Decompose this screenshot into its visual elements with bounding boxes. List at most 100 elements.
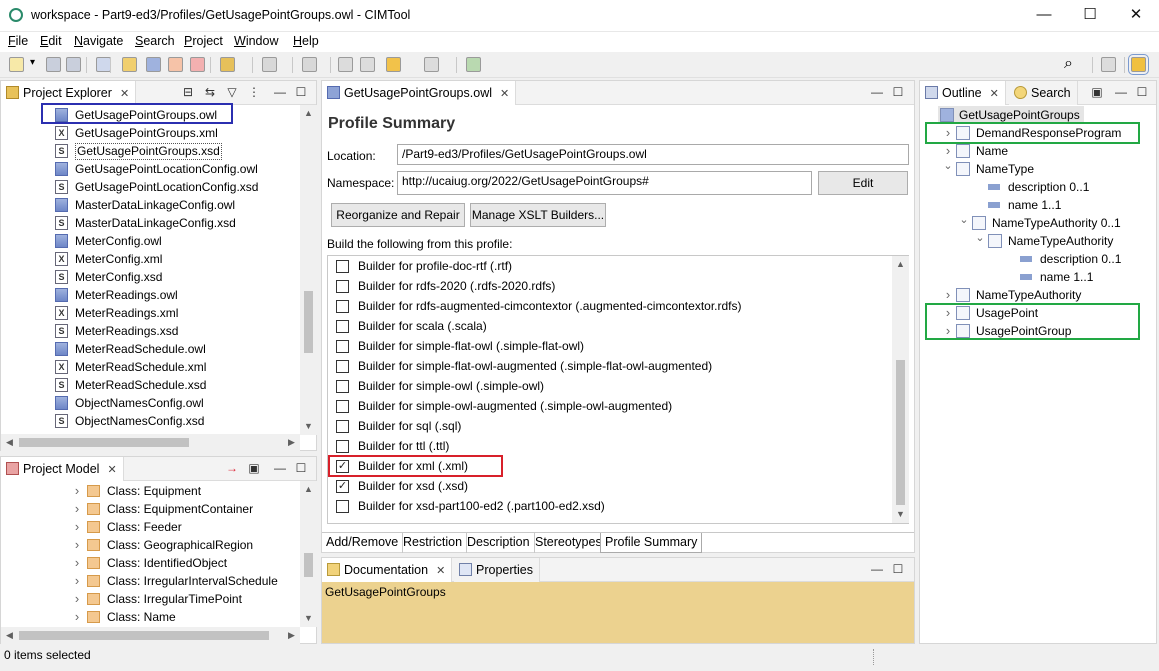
scroll-left-icon[interactable]: ◀ (1, 627, 18, 644)
edit-button[interactable]: Edit (818, 171, 908, 195)
arrow-right-icon[interactable]: → (225, 461, 239, 475)
scroll-thumb[interactable] (896, 360, 905, 505)
builder-checkbox[interactable] (336, 500, 349, 513)
view-menu-icon[interactable]: ⋮ (247, 85, 261, 99)
menu-edit[interactable]: Edit (40, 34, 62, 48)
run-icon[interactable] (220, 57, 235, 72)
tab-outline[interactable]: Outline ✕ (920, 81, 1006, 105)
manage-xslt-builders-button[interactable]: Manage XSLT Builders... (470, 203, 606, 227)
outline-class-node[interactable]: › Name (942, 142, 1130, 160)
chevron-right-icon[interactable]: › (71, 536, 83, 554)
builders-vscroll[interactable]: ▲ ▼ (892, 256, 909, 523)
debug-icon[interactable] (190, 57, 205, 72)
builder-checkbox[interactable] (336, 360, 349, 373)
open-folder-icon[interactable] (122, 57, 137, 72)
documentation-content[interactable]: GetUsagePointGroups (322, 582, 914, 643)
menu-search[interactable]: Search (135, 34, 175, 48)
forward-edit-icon[interactable] (360, 57, 375, 72)
tab-profile-summary[interactable]: Profile Summary (600, 533, 703, 553)
chevron-down-icon[interactable]: ⌄ (958, 211, 970, 229)
save-icon[interactable] (46, 57, 61, 72)
maximize-view-icon[interactable]: ☐ (891, 85, 905, 99)
menu-navigate[interactable]: Navigate (74, 34, 123, 48)
outline-attribute[interactable]: name 1..1 (958, 196, 1130, 214)
chevron-down-icon[interactable]: ⌄ (974, 229, 986, 247)
cimtool-perspective-icon[interactable] (1128, 54, 1149, 75)
close-icon[interactable]: ✕ (120, 88, 129, 100)
maximize-button[interactable]: ☐ (1067, 0, 1113, 32)
chevron-right-icon[interactable]: › (71, 572, 83, 590)
scroll-down-icon[interactable]: ▼ (892, 506, 909, 523)
builder-checkbox[interactable] (336, 320, 349, 333)
forward-icon[interactable] (424, 57, 439, 72)
dropdown-icon[interactable]: ▾ (30, 57, 38, 72)
builder-checkbox[interactable] (336, 440, 349, 453)
project-explorer-vscroll[interactable]: ▲ ▼ (300, 105, 317, 435)
builder-checkbox[interactable] (336, 380, 349, 393)
tab-description[interactable]: Description (463, 533, 535, 553)
chevron-right-icon[interactable]: › (71, 500, 83, 518)
project-explorer-hscroll[interactable]: ◀ ▶ (1, 434, 300, 451)
menu-window[interactable]: Window (234, 34, 278, 48)
view-menu-icon[interactable]: ▣ (247, 461, 261, 475)
download-icon[interactable] (262, 57, 277, 72)
builder-checkbox[interactable]: ✓ (336, 480, 349, 493)
location-field[interactable]: /Part9-ed3/Profiles/GetUsagePointGroups.… (397, 144, 909, 165)
back-edit-icon[interactable] (338, 57, 353, 72)
builder-checkbox[interactable] (336, 400, 349, 413)
maximize-view-icon[interactable]: ☐ (294, 461, 308, 475)
outline-class-node[interactable]: ⌄ NameTypeAuthority (974, 232, 1130, 250)
close-icon[interactable]: ✕ (500, 88, 509, 100)
builder-checkbox[interactable] (336, 300, 349, 313)
minimize-view-icon[interactable]: — (870, 562, 884, 576)
chevron-right-icon[interactable]: › (71, 518, 83, 536)
minimize-button[interactable]: — (1021, 0, 1067, 32)
outline-attribute[interactable]: name 1..1 (990, 268, 1130, 286)
builder-checkbox[interactable] (336, 340, 349, 353)
reorganize-repair-button[interactable]: Reorganize and Repair (331, 203, 465, 227)
outline-attribute[interactable]: description 0..1 (958, 178, 1130, 196)
tab-project-explorer[interactable]: Project Explorer ✕ (1, 81, 137, 105)
scroll-right-icon[interactable]: ▶ (283, 434, 300, 451)
builder-checkbox[interactable] (336, 420, 349, 433)
tab-project-model[interactable]: Project Model ✕ (1, 457, 124, 481)
builder-checkbox[interactable] (336, 260, 349, 273)
search-icon[interactable]: ⌕ (1064, 56, 1079, 72)
namespace-field[interactable]: http://ucaiug.org/2022/GetUsagePointGrou… (397, 171, 812, 195)
maximize-view-icon[interactable]: ☐ (891, 562, 905, 576)
upload-icon[interactable] (302, 57, 317, 72)
tab-getusagepointgroups-owl[interactable]: GetUsagePointGroups.owl ✕ (322, 81, 517, 105)
minimize-view-icon[interactable]: — (273, 461, 287, 475)
chevron-right-icon[interactable]: › (71, 482, 83, 500)
tab-search[interactable]: Search (1009, 81, 1078, 105)
scroll-thumb[interactable] (304, 291, 313, 353)
close-window-button[interactable]: ✕ (1113, 0, 1159, 32)
close-icon[interactable]: ✕ (990, 88, 999, 100)
menu-file[interactable]: File (8, 34, 28, 48)
scroll-right-icon[interactable]: ▶ (283, 627, 300, 644)
link-icon[interactable] (168, 57, 183, 72)
view-menu-icon[interactable]: ▣ (1090, 85, 1104, 99)
new-task-icon[interactable] (466, 57, 481, 72)
outline-attribute[interactable]: description 0..1 (990, 250, 1130, 268)
scroll-up-icon[interactable]: ▲ (892, 256, 909, 273)
maximize-view-icon[interactable]: ☐ (294, 85, 308, 99)
project-model-hscroll[interactable]: ◀ ▶ (1, 627, 300, 644)
new-icon[interactable] (9, 57, 24, 72)
chevron-right-icon[interactable]: › (71, 608, 83, 626)
maximize-view-icon[interactable]: ☐ (1135, 85, 1149, 99)
back-icon[interactable] (386, 57, 401, 72)
minimize-view-icon[interactable]: — (273, 85, 287, 99)
folder-icon[interactable] (146, 57, 161, 72)
scroll-left-icon[interactable]: ◀ (1, 434, 18, 451)
save-all-icon[interactable] (66, 57, 81, 72)
chevron-right-icon[interactable]: › (942, 286, 954, 304)
project-model-vscroll[interactable]: ▲ ▼ (300, 481, 317, 627)
outline-class-node[interactable]: ⌄ NameType (942, 160, 1130, 178)
scroll-down-icon[interactable]: ▼ (300, 610, 317, 627)
minimize-view-icon[interactable]: — (870, 85, 884, 99)
perspective-icon[interactable] (1101, 57, 1116, 72)
scroll-down-icon[interactable]: ▼ (300, 418, 317, 435)
scroll-thumb[interactable] (304, 553, 313, 577)
tab-stereotypes[interactable]: Stereotypes (531, 533, 607, 553)
